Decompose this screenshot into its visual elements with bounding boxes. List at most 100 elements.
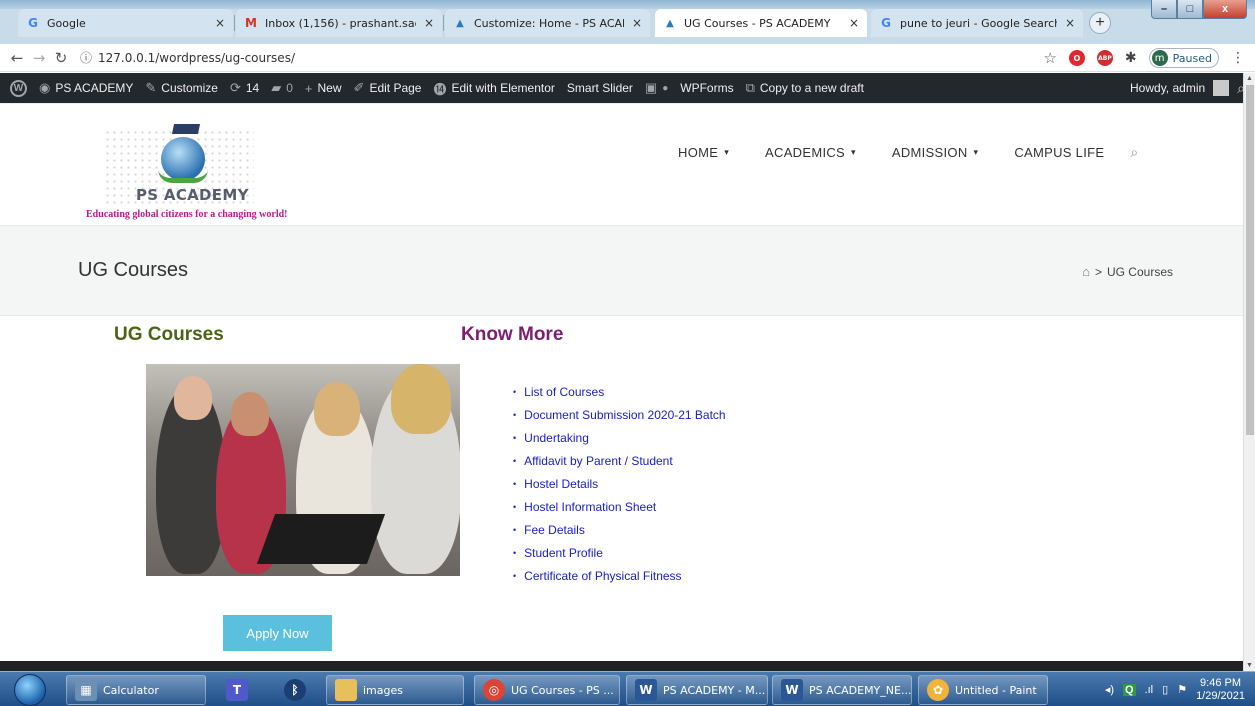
home-icon[interactable]: ⌂ [1082,264,1090,279]
word-icon: W [635,679,657,701]
close-icon[interactable]: × [215,16,225,30]
book-icon [158,169,208,183]
admin-yoast[interactable]: ▣ ● [645,80,668,96]
tab-separator [234,15,235,31]
tab-ug-courses[interactable]: ▲ UG Courses - PS ACADEMY × [655,9,867,37]
admin-elementor[interactable]: ⓮ Edit with Elementor [433,79,554,98]
dashboard-icon: ◉ [39,80,51,95]
adblock-icon[interactable]: ABP [1096,50,1113,66]
site-icon: ▲ [666,17,674,29]
taskbar-paint[interactable]: ✿ Untitled - Paint [918,675,1048,705]
bookmark-star-icon[interactable]: ☆ [1043,49,1056,67]
nav-academics[interactable]: ACADEMICS ▾ [765,145,856,160]
main-navigation: HOME ▾ ACADEMICS ▾ ADMISSION ▾ CAMPUS LI… [678,144,1138,161]
windows-taskbar: ▦ Calculator T ᛒ images ◎ UG Courses - P… [0,671,1255,706]
close-window-button[interactable]: x [1203,0,1247,19]
taskbar-word-2[interactable]: W PS ACADEMY_NE... [772,675,912,705]
page-scrollbar[interactable]: ▲ ▼ [1243,73,1255,671]
breadcrumb-current: UG Courses [1106,264,1173,279]
site-logo[interactable]: PS ACADEMY Educating global citizens for… [86,119,316,223]
list-item[interactable]: • Fee Details [513,518,726,541]
taskbar-teams[interactable]: T [218,675,254,705]
apply-now-button[interactable]: Apply Now [223,615,332,651]
chevron-down-icon: ▾ [724,147,730,157]
admin-smart-slider[interactable]: Smart Slider [567,81,633,95]
list-item[interactable]: • Hostel Details [513,472,726,495]
paint-icon: ✿ [927,679,949,701]
list-item[interactable]: • List of Courses [513,380,726,403]
site-icon: ▲ [456,17,464,29]
close-icon[interactable]: × [424,16,434,30]
tab-title: Customize: Home - PS ACADEM [474,16,624,30]
tab-customize[interactable]: ▲ Customize: Home - PS ACADEM × [445,9,650,37]
tab-gmail[interactable]: M Inbox (1,156) - prashant.sadaph × [236,9,442,37]
search-icon[interactable]: ⌕ [1130,144,1138,161]
chevron-down-icon: ▾ [851,147,856,157]
admin-howdy[interactable]: Howdy, admin [1130,81,1205,95]
battery-icon[interactable]: ▯ [1162,683,1168,696]
browser-tabstrip: G Google × M Inbox (1,156) - prashant.sa… [0,0,1255,44]
footer-strip [0,661,1243,671]
admin-copy-draft[interactable]: ⧉ Copy to a new draft [746,80,864,96]
taskbar-calculator[interactable]: ▦ Calculator [66,675,206,705]
ug-courses-heading: UG Courses [114,324,224,345]
admin-comments[interactable]: ▰ 0 [271,80,293,96]
window-controls: – □ x [1151,0,1247,20]
back-icon[interactable]: ← [6,49,28,67]
quick-heal-icon[interactable]: Q [1123,683,1136,696]
tab-title: Inbox (1,156) - prashant.sadaph [265,16,416,30]
forward-icon[interactable]: → [28,49,50,67]
admin-new[interactable]: + New [305,81,342,96]
maximize-button[interactable]: □ [1177,0,1203,19]
opera-icon[interactable]: O [1068,50,1085,66]
info-icon[interactable]: ⓘ [80,49,92,66]
system-clock[interactable]: 9:46 PM 1/29/2021 [1196,677,1245,703]
scrollbar-thumb[interactable] [1246,85,1254,435]
admin-customize[interactable]: ✎ Customize [145,80,218,96]
list-item[interactable]: • Document Submission 2020-21 Batch [513,403,726,426]
minimize-button[interactable]: – [1151,0,1177,19]
tab-google-search[interactable]: G pune to jeuri - Google Search × [871,9,1083,37]
laptop-image [256,514,386,564]
wp-admin-bar: W ◉ PS ACADEMY ✎ Customize ⟳ 14 ▰ 0 + Ne… [0,73,1255,103]
close-icon[interactable]: × [632,16,642,30]
taskbar-bluetooth[interactable]: ᛒ [276,675,312,705]
admin-site-name[interactable]: ◉ PS ACADEMY [39,80,133,96]
extensions-puzzle-icon[interactable]: ✱ [1125,50,1137,66]
taskbar-images-folder[interactable]: images [326,675,464,705]
admin-avatar[interactable] [1213,80,1230,96]
signal-icon[interactable]: .ıl [1145,684,1154,696]
taskbar-word-1[interactable]: W PS ACADEMY - M... [626,675,768,705]
flag-icon[interactable]: ⚑ [1177,683,1187,696]
admin-wpforms[interactable]: WPForms [680,81,733,95]
start-button[interactable] [14,674,46,706]
menu-kebab-icon[interactable]: ⋮ [1231,50,1245,66]
admin-edit-page[interactable]: ✐ Edit Page [354,80,422,96]
wordpress-logo-icon[interactable]: W [10,79,27,97]
nav-home[interactable]: HOME ▾ [678,145,729,160]
list-item[interactable]: • Affidavit by Parent / Student [513,449,726,472]
list-item[interactable]: • Hostel Information Sheet [513,495,726,518]
admin-bar-right: Howdy, admin ⌕ [1130,73,1245,103]
close-icon[interactable]: × [849,16,859,30]
tab-google[interactable]: G Google × [18,9,233,37]
nav-campus-life[interactable]: CAMPUS LIFE [1014,145,1104,160]
list-item[interactable]: • Undertaking [513,426,726,449]
admin-updates[interactable]: ⟳ 14 [230,80,259,96]
nav-admission[interactable]: ADMISSION ▾ [892,145,978,160]
know-more-heading: Know More [461,324,564,345]
address-bar-row: ← → ↻ ⓘ 127.0.0.1/wordpress/ug-courses/ … [0,44,1255,72]
profile-button[interactable]: m Paused [1148,48,1219,68]
volume-icon[interactable]: ◂) [1105,683,1114,696]
reload-icon[interactable]: ↻ [50,49,72,67]
new-tab-button[interactable]: + [1089,12,1111,34]
calculator-icon: ▦ [75,679,97,701]
close-icon[interactable]: × [1065,16,1075,30]
list-item[interactable]: • Student Profile [513,541,726,564]
url-field[interactable]: ⓘ 127.0.0.1/wordpress/ug-courses/ [80,49,295,66]
taskbar-chrome[interactable]: ◎ UG Courses - PS ... [474,675,620,705]
list-item[interactable]: • Certificate of Physical Fitness [513,564,726,587]
scroll-up-icon[interactable]: ▲ [1246,75,1253,82]
scroll-down-icon[interactable]: ▼ [1246,662,1253,669]
toolbar-right: ☆ O ABP ✱ m Paused ⋮ [1043,48,1245,68]
